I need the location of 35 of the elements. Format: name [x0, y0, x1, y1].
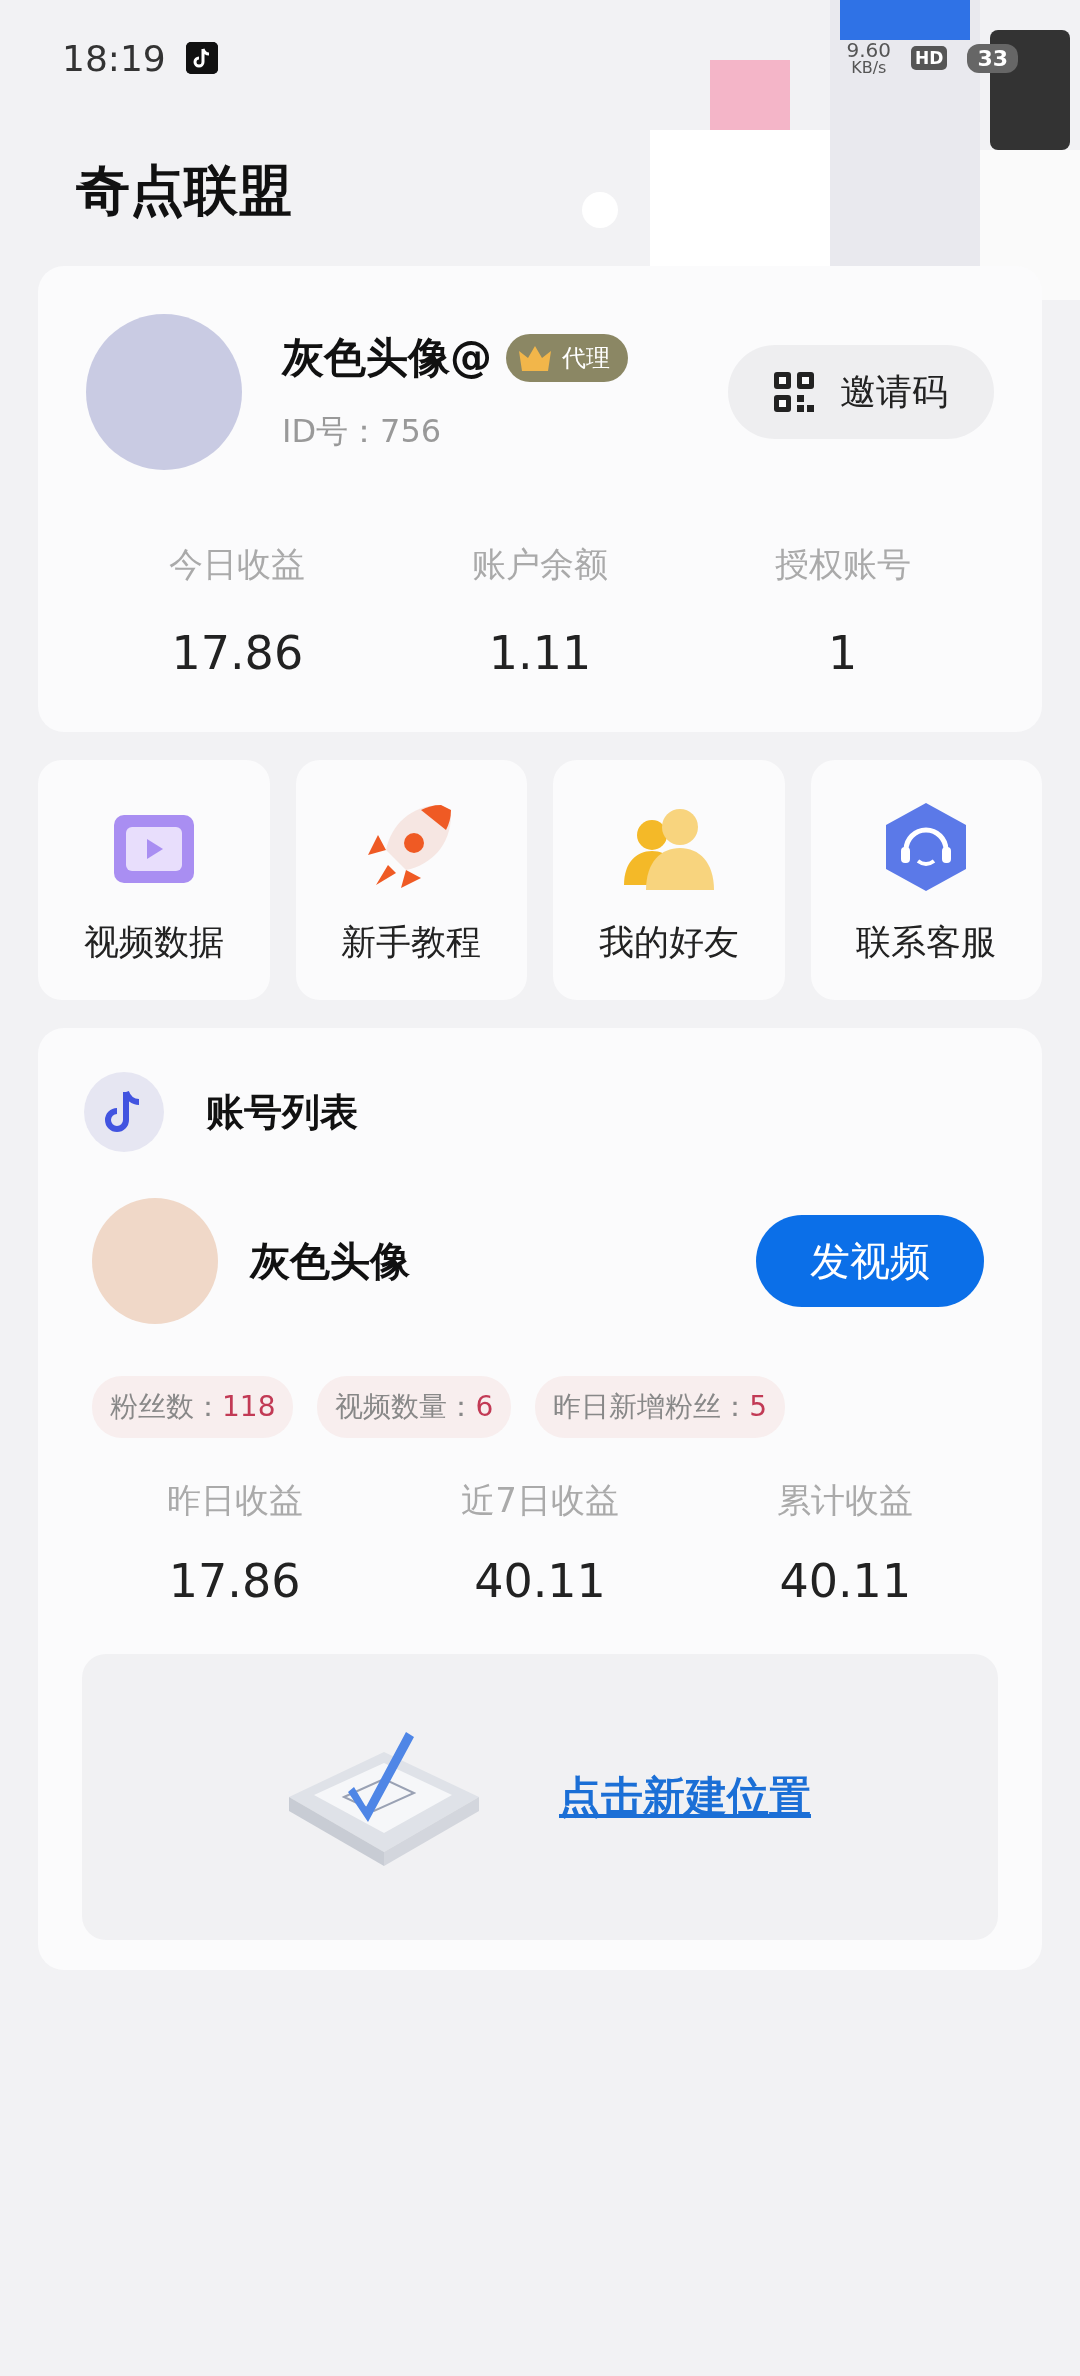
- send-video-button[interactable]: 发视频: [756, 1215, 984, 1307]
- invite-code-button[interactable]: 邀请码: [728, 345, 994, 439]
- stat-label: 累计收益: [776, 1479, 915, 1522]
- stat-value: 1: [827, 626, 859, 680]
- stat-chip: 昨日新增粉丝：5: [535, 1376, 786, 1438]
- role-label: 代理: [562, 343, 610, 374]
- stat-value: 40.11: [473, 1554, 607, 1608]
- network-speed: 9.60: [846, 40, 892, 60]
- status-time: 18:19: [62, 37, 166, 79]
- stat-value: 1.11: [487, 626, 593, 680]
- create-position-link[interactable]: 点击新建位置: [559, 1769, 811, 1825]
- stat-value: 17.86: [170, 626, 305, 680]
- qr-code-icon: [774, 372, 814, 412]
- stat-label: 近7日收益: [460, 1479, 620, 1522]
- stat-label: 授权账号: [773, 543, 912, 586]
- stat-label: 昨日收益: [165, 1479, 304, 1522]
- shortcut-tile[interactable]: 视频数据: [38, 760, 270, 1000]
- stat-label: 今日收益: [168, 543, 307, 586]
- stat-value: 17.86: [167, 1554, 302, 1608]
- shortcut-tile[interactable]: 新手教程: [295, 760, 527, 1000]
- page-title: 奇点联盟: [76, 158, 293, 224]
- user-id: ID号：756: [282, 411, 443, 452]
- speed-unit: KB/s: [851, 60, 887, 76]
- music-note-icon: [82, 1070, 166, 1154]
- section-title: 账号列表: [206, 1088, 358, 1136]
- stat-value: 40.11: [778, 1554, 913, 1608]
- stat-label: 账户余额: [471, 543, 609, 586]
- account-name: 灰色头像: [250, 1236, 411, 1286]
- shortcut-tile[interactable]: 我的好友: [553, 760, 785, 1000]
- shortcut-tile[interactable]: 联系客服: [810, 760, 1042, 1000]
- user-name: 灰色头像@: [282, 332, 492, 384]
- stat-chip: 粉丝数：118: [92, 1376, 294, 1438]
- hd-indicator: HD: [911, 46, 948, 70]
- music-note-icon: [185, 42, 218, 74]
- stat-chip: 视频数量：6: [317, 1376, 512, 1438]
